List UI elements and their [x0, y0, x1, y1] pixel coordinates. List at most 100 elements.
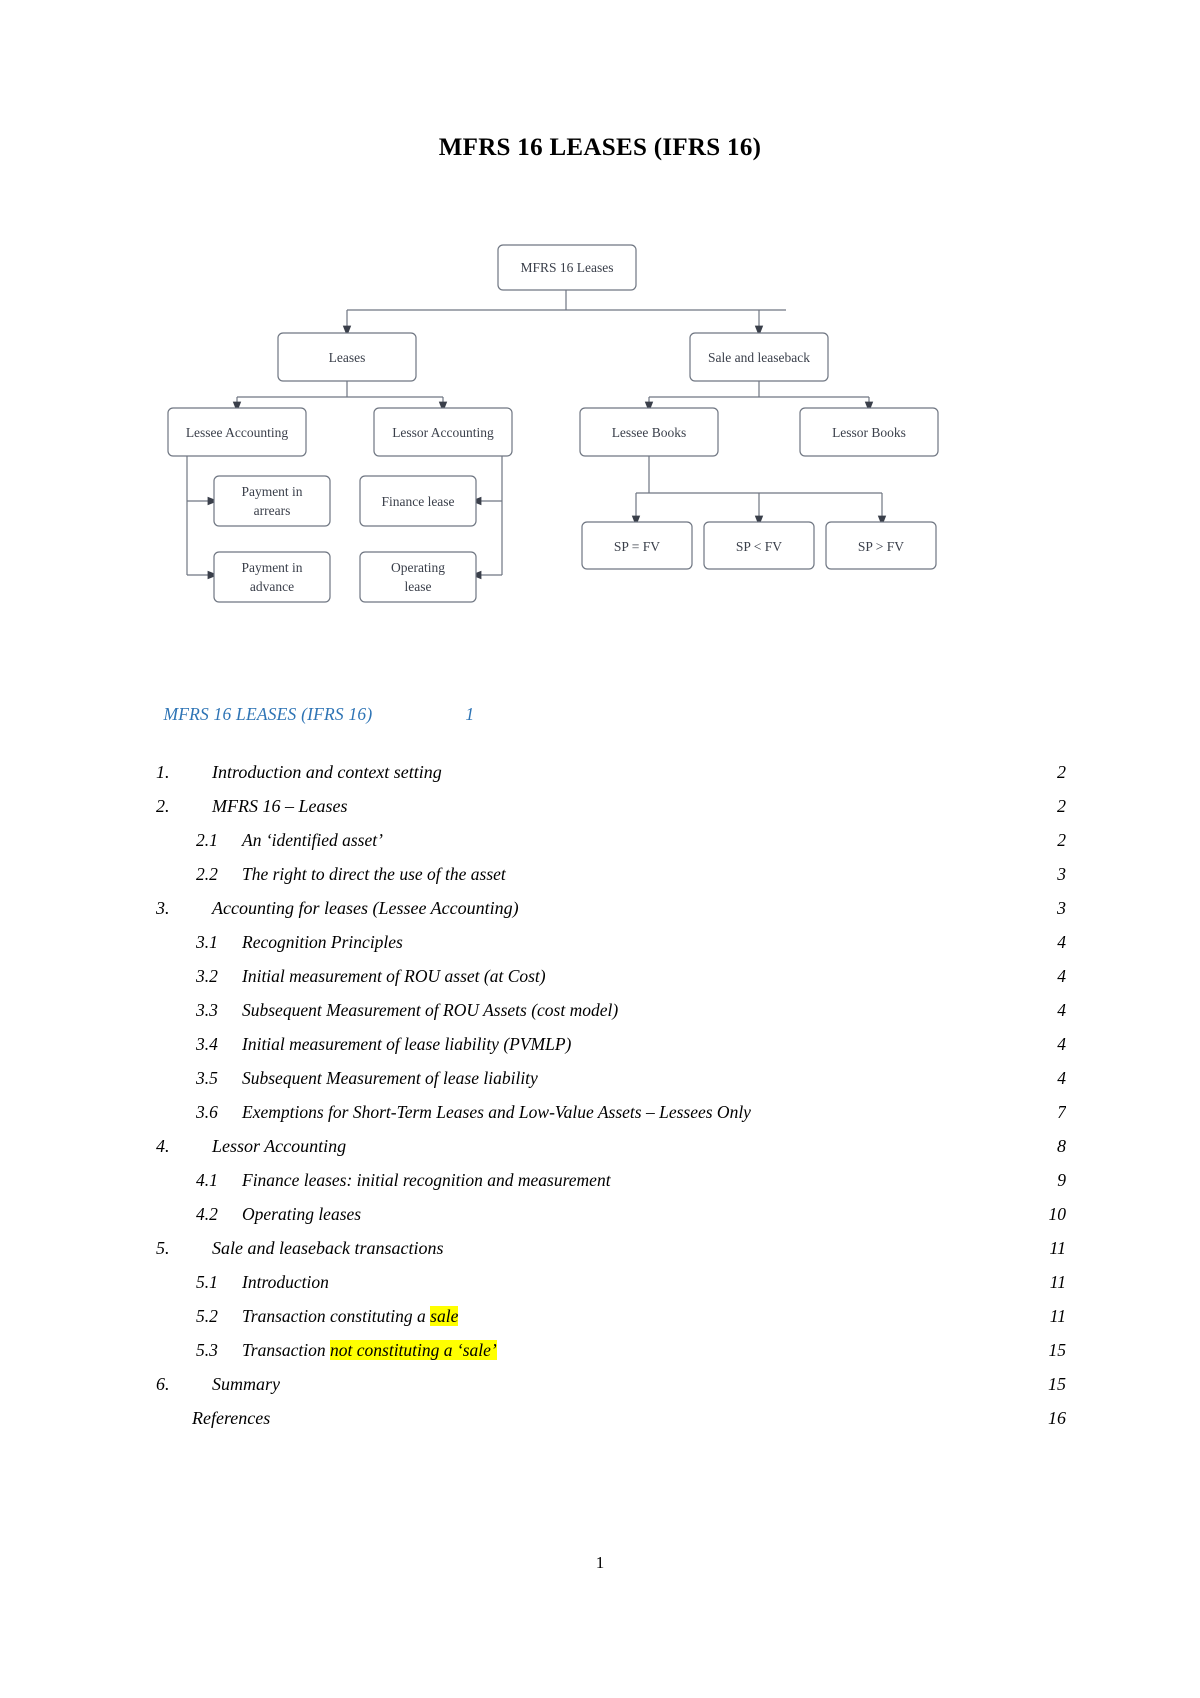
document-page: MFRS 16 LEASES (IFRS 16) MFRS 16 Leases …: [0, 0, 1200, 1698]
toc-entry-title: Introduction and context setting: [212, 762, 442, 782]
mfrs16-hierarchy-diagram: MFRS 16 Leases Leases Sale and leaseback…: [150, 225, 1050, 615]
toc-entry[interactable]: 6. Summary 15: [136, 1367, 1066, 1401]
toc-entry[interactable]: 2. MFRS 16 – Leases 2: [136, 789, 1066, 823]
toc-entry-title: Lessor Accounting: [212, 1136, 347, 1156]
toc-entry-page: 2: [1057, 830, 1066, 850]
toc-entry-number: 3.2: [196, 966, 218, 986]
toc-entry-number: 2.1: [196, 830, 218, 850]
toc-entry-title: Transaction not constituting a ‘sale’: [242, 1333, 497, 1367]
toc-entry-title: MFRS 16 – Leases: [212, 796, 348, 816]
toc-heading[interactable]: MFRS 16 LEASES (IFRS 16) 1: [136, 683, 1066, 746]
toc-entry[interactable]: 3.4 Initial measurement of lease liabilit…: [136, 1027, 1066, 1061]
toc-entry-number: 4.: [156, 1136, 170, 1156]
toc-entry[interactable]: 3.1 Recognition Principles 4: [136, 925, 1066, 959]
toc-entry-title: Accounting for leases (Lessee Accounting…: [212, 898, 519, 918]
toc-leader-dots: [539, 1067, 1039, 1085]
toc-heading-label: MFRS 16 LEASES (IFRS 16): [163, 704, 373, 724]
diagram-node-sp-greater-than-fv: SP > FV: [858, 539, 904, 554]
toc-leader-dots: [404, 931, 1039, 949]
diagram-node-lessor-accounting: Lessor Accounting: [392, 425, 494, 440]
toc-leader-dots: [507, 863, 1039, 881]
toc-leader-dots: [459, 1305, 1039, 1323]
toc-entry-title: References: [192, 1408, 271, 1428]
toc-heading-page: 1: [465, 704, 475, 724]
toc-leader-dots: [281, 1372, 1039, 1390]
toc-entry-page: 11: [1049, 1306, 1066, 1326]
toc-leader-dots: [330, 1271, 1039, 1289]
toc-entry-page: 2: [1057, 762, 1066, 782]
svg-text:arrears: arrears: [254, 503, 291, 518]
toc-entry-title: Initial measurement of lease liability (…: [242, 1034, 572, 1054]
toc-leader-dots: [362, 1203, 1039, 1221]
toc-entry[interactable]: 5.2 Transaction constituting a sale 11: [136, 1299, 1066, 1333]
toc-entry-number: 3.3: [196, 1000, 218, 1020]
toc-entry-title: Transaction constituting a sale: [242, 1299, 459, 1333]
toc-entry-page: 4: [1057, 966, 1066, 986]
toc-leader-dots: [520, 896, 1039, 914]
toc-entry-title: Finance leases: initial recognition and …: [242, 1170, 611, 1190]
toc-entry[interactable]: 5.1 Introduction 11: [136, 1265, 1066, 1299]
toc-entry[interactable]: 4. Lessor Accounting 8: [136, 1129, 1066, 1163]
toc-entry-page: 11: [1049, 1272, 1066, 1292]
toc-entry-number: 3.6: [196, 1102, 218, 1122]
diagram-node-sale-and-leaseback: Sale and leaseback: [708, 350, 810, 365]
toc-entry-page: 8: [1057, 1136, 1066, 1156]
toc-entry-title: Summary: [212, 1374, 280, 1394]
toc-entry-page: 4: [1057, 1000, 1066, 1020]
toc-leader-dots: [271, 1406, 1039, 1424]
toc-entry-title: Operating leases: [242, 1204, 362, 1224]
toc-entry[interactable]: 2.1 An ‘identified asset’ 2: [136, 823, 1066, 857]
toc-entry-number: 5.1: [196, 1272, 218, 1292]
toc-entry-page: 15: [1048, 1340, 1067, 1360]
toc-entry[interactable]: 4.1 Finance leases: initial recognition a…: [136, 1163, 1066, 1197]
diagram-node-lessee-books: Lessee Books: [612, 425, 687, 440]
toc-entry-title-text: Transaction constituting a: [242, 1306, 431, 1326]
toc-leader-dots: [348, 794, 1039, 812]
toc-entry[interactable]: 1. Introduction and context setting 2: [136, 755, 1066, 789]
table-of-contents: MFRS 16 LEASES (IFRS 16) 1 1. Introductio…: [136, 683, 1066, 1435]
toc-entry-title: Introduction: [242, 1272, 329, 1292]
svg-text:lease: lease: [405, 579, 432, 594]
toc-entry-number: 3.1: [196, 932, 218, 952]
toc-entry-title: Initial measurement of ROU asset (at Cos…: [242, 966, 546, 986]
toc-entry[interactable]: 3. Accounting for leases (Lessee Accounti…: [136, 891, 1066, 925]
toc-entry[interactable]: 5.3 Transaction not constituting a ‘sale’…: [136, 1333, 1066, 1367]
toc-leader-dots: [619, 999, 1039, 1017]
toc-entry[interactable]: 3.5 Subsequent Measurement of lease liabi…: [136, 1061, 1066, 1095]
diagram-node-sp-less-than-fv: SP < FV: [736, 539, 782, 554]
toc-entry-number: 6.: [156, 1374, 170, 1394]
toc-entry[interactable]: 3.3 Subsequent Measurement of ROU Assets …: [136, 993, 1066, 1027]
toc-entry-title: An ‘identified asset’: [242, 830, 383, 850]
toc-entry-title: The right to direct the use of the asset: [242, 864, 506, 884]
toc-leader-dots: [384, 829, 1039, 847]
toc-entry[interactable]: 5. Sale and leaseback transactions 11: [136, 1231, 1066, 1265]
toc-entry-title: Sale and leaseback transactions: [212, 1238, 444, 1258]
toc-entry-page: 10: [1048, 1204, 1067, 1224]
toc-entry-number: 4.1: [196, 1170, 218, 1190]
diagram-node-lessee-accounting: Lessee Accounting: [186, 425, 289, 440]
toc-entry-page: 9: [1057, 1170, 1066, 1190]
toc-entry-number: 5.2: [196, 1306, 218, 1326]
diagram-node-lessor-books: Lessor Books: [832, 425, 906, 440]
footer-page-number: 1: [595, 1553, 605, 1572]
toc-entry-title: Subsequent Measurement of ROU Assets (co…: [242, 1000, 619, 1020]
toc-entry[interactable]: 3.6 Exemptions for Short-Term Leases and …: [136, 1095, 1066, 1129]
toc-entry[interactable]: References 16: [136, 1401, 1066, 1435]
page-title: MFRS 16 LEASES (IFRS 16): [438, 134, 762, 161]
toc-entry-number: 3.: [156, 898, 170, 918]
toc-entry-title: Subsequent Measurement of lease liabilit…: [242, 1068, 538, 1088]
toc-entry[interactable]: 2.2 The right to direct the use of the as…: [136, 857, 1066, 891]
toc-entry-highlight: sale: [430, 1306, 459, 1326]
toc-entry-number: 3.5: [196, 1068, 218, 1088]
diagram-node-operating-lease: Operating: [391, 560, 445, 575]
toc-entry-number: 2.2: [196, 864, 218, 884]
toc-entry-number: 5.: [156, 1238, 170, 1258]
diagram-node-payment-in-arrears: Payment in: [241, 484, 302, 499]
toc-entry-page: 4: [1057, 932, 1066, 952]
toc-leader-dots: [612, 1169, 1039, 1187]
toc-leader-dots: [752, 1101, 1039, 1119]
toc-entry-page: 16: [1048, 1408, 1066, 1428]
toc-entry[interactable]: 4.2 Operating leases 10: [136, 1197, 1066, 1231]
toc-entry-title-text: Transaction: [242, 1340, 331, 1360]
toc-entry[interactable]: 3.2 Initial measurement of ROU asset (at …: [136, 959, 1066, 993]
